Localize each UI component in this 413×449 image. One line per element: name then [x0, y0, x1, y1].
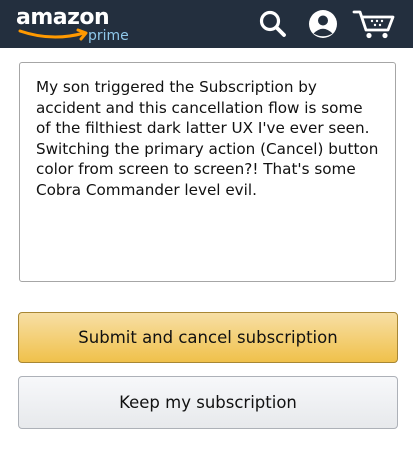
feedback-textarea[interactable]: My son triggered the Subscription by acc…	[19, 62, 396, 282]
top-nav-bar: amazon prime	[0, 0, 413, 48]
feedback-section: My son triggered the Subscription by acc…	[0, 48, 413, 302]
amazon-prime-logo[interactable]: amazon prime	[16, 5, 129, 46]
logo-wordmark: amazon	[16, 5, 110, 30]
search-icon[interactable]	[256, 8, 290, 40]
account-icon[interactable]	[306, 8, 340, 40]
submit-cancel-subscription-button[interactable]: Submit and cancel subscription	[18, 312, 398, 363]
action-buttons: Submit and cancel subscription Keep my s…	[0, 302, 413, 449]
keep-subscription-button[interactable]: Keep my subscription	[18, 376, 398, 429]
logo-prime-label: prime	[88, 28, 129, 44]
smile-arrow-icon	[18, 28, 88, 41]
cart-icon[interactable]	[352, 8, 396, 40]
